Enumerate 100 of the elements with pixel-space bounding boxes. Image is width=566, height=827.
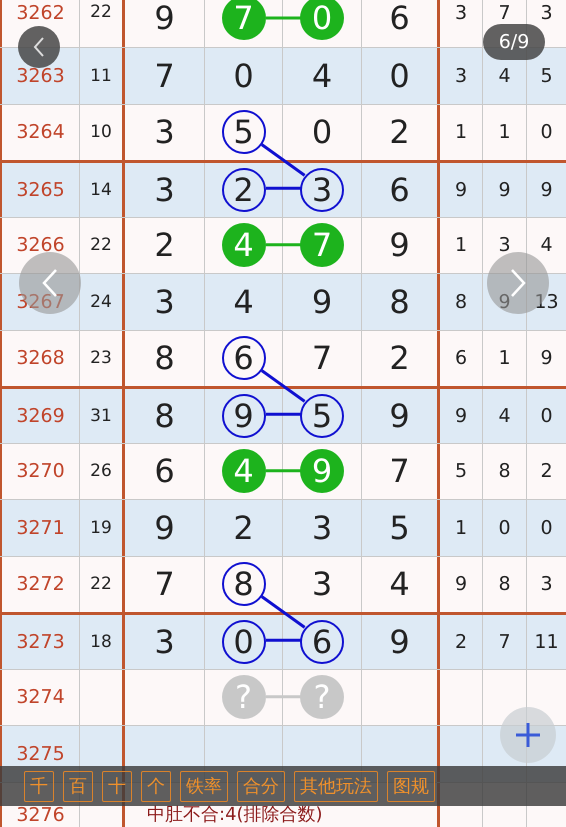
- issue-number: 3273: [16, 630, 65, 653]
- digit: 3: [154, 626, 175, 658]
- digit: 4: [389, 568, 410, 600]
- unknown-number-circle: ?: [300, 675, 344, 720]
- filled-digit-circle: 9: [300, 449, 344, 494]
- count-value: 9: [454, 178, 468, 201]
- digit: 2: [389, 342, 410, 374]
- connector-line: [266, 186, 300, 190]
- count-value: 2: [540, 460, 553, 482]
- count-value: 7: [498, 2, 511, 24]
- connector-line: [266, 243, 300, 246]
- count-value: 9: [540, 178, 553, 201]
- count-value: 3: [540, 2, 553, 24]
- count-value: 8: [498, 573, 511, 596]
- circled-digit: 2: [222, 168, 266, 212]
- count-value: 9: [454, 404, 468, 427]
- digit: 2: [154, 229, 175, 262]
- sum-value: 22: [90, 2, 112, 22]
- toolbar-button[interactable]: 百: [63, 770, 93, 802]
- circled-digit: 6: [222, 336, 266, 380]
- digit: 9: [389, 626, 410, 658]
- connector-line: [266, 16, 300, 20]
- toolbar-button[interactable]: 铁率: [180, 770, 228, 802]
- digit: 7: [154, 60, 175, 92]
- digit: 3: [154, 174, 175, 206]
- connector-line: [266, 638, 300, 642]
- digit: 9: [154, 512, 175, 544]
- count-value: 9: [498, 290, 511, 313]
- issue-number: 3271: [16, 516, 65, 539]
- count-value: 4: [498, 64, 511, 87]
- sum-value: 11: [90, 66, 112, 86]
- issue-number: 3265: [16, 178, 65, 201]
- toolbar-button[interactable]: 十: [102, 770, 132, 802]
- count-value: 0: [498, 516, 511, 539]
- connector-line: [260, 595, 306, 629]
- digit: 7: [154, 568, 175, 600]
- issue-number: 3268: [16, 347, 65, 370]
- issue-number: 3270: [16, 460, 65, 482]
- count-value: 8: [454, 290, 468, 313]
- digit: 7: [312, 342, 332, 374]
- digit: 8: [389, 286, 410, 318]
- circled-digit: 6: [300, 620, 344, 664]
- count-value: 1: [498, 347, 511, 370]
- circled-digit: 9: [222, 394, 266, 438]
- sum-value: 19: [90, 518, 112, 538]
- issue-number: 3263: [16, 64, 65, 87]
- digit: 0: [233, 60, 254, 92]
- sum-value: 22: [90, 574, 112, 594]
- digit: 2: [389, 116, 410, 148]
- toolbar-button[interactable]: 图规: [387, 770, 435, 802]
- sum-value: 31: [90, 406, 112, 426]
- digit: 0: [389, 60, 410, 92]
- digit: 9: [154, 2, 175, 34]
- circled-digit: 3: [300, 168, 344, 212]
- count-value: 3: [498, 234, 511, 256]
- count-value: 9: [454, 573, 468, 596]
- issue-number: 3269: [16, 404, 65, 427]
- digit: 3: [312, 568, 332, 600]
- issue-number: 3262: [16, 2, 65, 24]
- count-value: 1: [498, 121, 511, 144]
- digit: 4: [312, 60, 332, 92]
- toolbar-button[interactable]: 个: [141, 770, 171, 802]
- digit: 6: [389, 2, 410, 34]
- toolbar-button[interactable]: 其他玩法: [294, 770, 378, 802]
- connector-line: [266, 469, 300, 472]
- filled-digit-circle: 4: [222, 223, 266, 268]
- sum-value: 23: [90, 348, 112, 368]
- issue-number: 3266: [16, 234, 65, 256]
- digit: 2: [233, 512, 254, 544]
- digit: 5: [389, 512, 410, 544]
- toolbar-button[interactable]: 千: [24, 770, 54, 802]
- count-value: 4: [540, 234, 553, 256]
- circled-digit: 0: [222, 620, 266, 664]
- circled-digit: 5: [222, 110, 266, 154]
- connector-line: [266, 412, 300, 416]
- count-value: 6: [454, 347, 468, 370]
- issue-number: 3275: [16, 742, 65, 765]
- filled-digit-circle: 4: [222, 449, 266, 494]
- digit: 3: [312, 512, 332, 544]
- sum-value: 10: [90, 122, 112, 142]
- sum-value: 22: [90, 235, 112, 256]
- filled-digit-circle: 7: [300, 223, 344, 268]
- digit: 8: [154, 342, 175, 374]
- count-value: 0: [540, 404, 553, 427]
- count-value: 0: [540, 516, 553, 539]
- toolbar-button[interactable]: 合分: [237, 770, 285, 802]
- digit: 6: [389, 174, 410, 206]
- unknown-number-circle: ?: [222, 675, 266, 720]
- digit: 8: [154, 400, 175, 432]
- digit: 6: [154, 455, 175, 488]
- count-value: 9: [540, 347, 553, 370]
- sum-value: 14: [90, 180, 112, 200]
- count-value: 1: [454, 234, 468, 256]
- sum-value: 26: [90, 461, 112, 482]
- digit: 3: [154, 116, 175, 148]
- issue-number: 3274: [16, 686, 65, 708]
- count-value: 1: [454, 516, 468, 539]
- count-value: 0: [540, 121, 553, 144]
- connector-line: [260, 369, 306, 403]
- filled-digit-circle: 7: [222, 0, 266, 40]
